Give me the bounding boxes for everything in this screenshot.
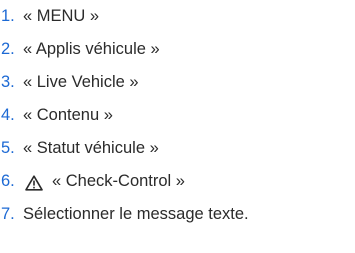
step-text: « Live Vehicle » — [23, 73, 139, 91]
warning-triangle-icon — [25, 174, 43, 191]
step-item: 1. « MENU » — [0, 0, 355, 33]
step-number: 3. — [1, 73, 15, 91]
step-text: « Contenu » — [23, 106, 113, 124]
step-text: Sélectionner le message texte. — [23, 205, 249, 223]
step-number: 7. — [1, 205, 15, 223]
step-text: « Statut véhicule » — [23, 139, 159, 157]
step-number: 5. — [1, 139, 15, 157]
step-item: 4. « Contenu » — [0, 99, 355, 132]
step-text: « Check-Control » — [52, 172, 185, 190]
step-item: 5. « Statut véhicule » — [0, 132, 355, 165]
step-item: 6. « Check-Control » — [0, 165, 355, 198]
step-number: 6. — [1, 172, 15, 190]
step-item: 2. « Applis véhicule » — [0, 33, 355, 66]
instruction-list: 1. « MENU » 2. « Applis véhicule » 3. « … — [0, 0, 355, 231]
step-number: 1. — [1, 7, 15, 25]
step-item: 7. Sélectionner le message texte. — [0, 198, 355, 231]
step-text: « Applis véhicule » — [23, 40, 160, 58]
step-number: 2. — [1, 40, 15, 58]
step-text: « MENU » — [23, 7, 100, 25]
step-item: 3. « Live Vehicle » — [0, 66, 355, 99]
step-number: 4. — [1, 106, 15, 124]
